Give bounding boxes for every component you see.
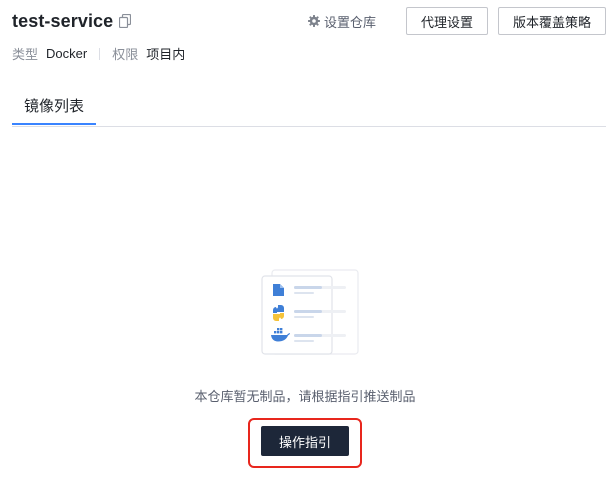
permission-value: 项目内 bbox=[146, 47, 186, 62]
type-label: 类型 bbox=[12, 47, 39, 62]
meta-divider bbox=[99, 47, 101, 60]
header: test-service 设置仓库 代理设置 版本覆盖策略 bbox=[12, 6, 606, 36]
type-value: Docker bbox=[46, 46, 88, 61]
empty-message: 本仓库暂无制品，请根据指引推送制品 bbox=[194, 389, 416, 404]
tab-image-list[interactable]: 镜像列表 bbox=[12, 92, 96, 125]
page: test-service 设置仓库 代理设置 版本覆盖策略 类型 Docker … bbox=[0, 0, 610, 481]
tab-bar: 镜像列表 bbox=[12, 92, 606, 127]
proxy-settings-button[interactable]: 代理设置 bbox=[405, 7, 488, 35]
guide-button[interactable]: 操作指引 bbox=[261, 426, 349, 456]
repo-title: test-service bbox=[12, 10, 114, 31]
header-actions: 设置仓库 代理设置 版本覆盖策略 bbox=[307, 7, 606, 35]
repo-meta: 类型 Docker 权限 项目内 bbox=[12, 44, 185, 63]
version-policy-button[interactable]: 版本覆盖策略 bbox=[497, 7, 606, 35]
permission-label: 权限 bbox=[112, 47, 139, 62]
gear-icon bbox=[307, 15, 320, 27]
repo-settings-button[interactable]: 设置仓库 bbox=[307, 12, 376, 31]
repo-settings-label: 设置仓库 bbox=[323, 14, 376, 30]
copy-icon[interactable] bbox=[119, 14, 132, 28]
empty-illustration bbox=[258, 268, 362, 358]
